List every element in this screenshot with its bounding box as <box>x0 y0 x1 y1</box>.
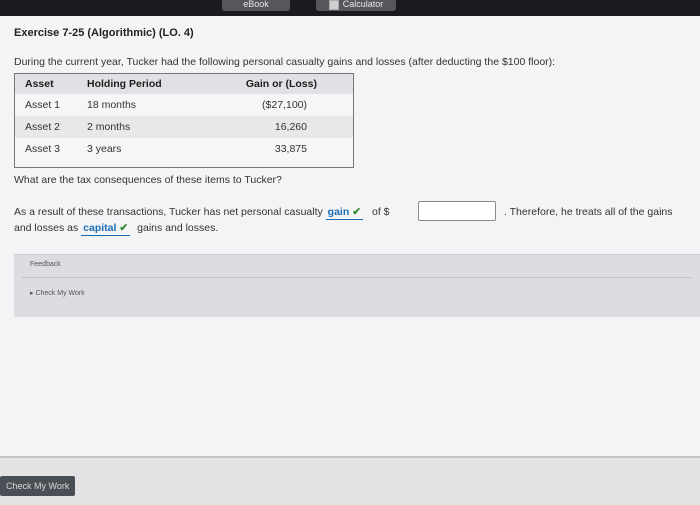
answer-line-2: and losses as capital ✔ gains and losses. <box>14 222 218 236</box>
header-asset: Asset <box>25 78 54 90</box>
holding-period-cell: 2 months <box>87 121 131 133</box>
calculator-label: Calculator <box>342 0 384 9</box>
exercise-panel: Exercise 7-25 (Algorithmic) (LO. 4) Duri… <box>0 16 700 456</box>
gain-loss-selected: gain <box>327 206 350 218</box>
of-dollar-label: of $ <box>372 206 390 218</box>
gain-loss-cell: 33,875 <box>274 143 307 155</box>
casualty-table: Asset Holding Period Gain or (Loss) Asse… <box>14 73 354 168</box>
holding-period-cell: 18 months <box>87 99 137 111</box>
table-header: Asset Holding Period Gain or (Loss) <box>15 74 353 94</box>
table-row: Asset 1 18 months ($27,100) <box>15 94 353 116</box>
correct-check-icon: ✔ <box>352 206 362 218</box>
treatment-selected: capital <box>83 222 117 234</box>
correct-check-icon: ✔ <box>119 222 129 234</box>
top-bar: eBook Calculator <box>0 0 700 16</box>
holding-period-cell: 3 years <box>87 143 122 155</box>
answer-line2-prefix: and losses as <box>14 222 79 234</box>
calculator-icon <box>328 0 339 10</box>
header-gain-loss: Gain or (Loss) <box>245 78 317 90</box>
ebook-tab[interactable]: eBook <box>222 0 290 11</box>
amount-input[interactable] <box>418 201 496 221</box>
question-text: What are the tax consequences of these i… <box>14 174 282 186</box>
treatment-dropdown[interactable]: capital ✔ <box>81 222 131 236</box>
asset-cell: Asset 2 <box>25 121 61 133</box>
bottom-bar: Check My Work <box>0 456 700 505</box>
table-row: Asset 3 3 years 33,875 <box>15 138 353 167</box>
gain-loss-cell: 16,260 <box>274 121 307 133</box>
gain-loss-cell: ($27,100) <box>262 99 307 111</box>
asset-cell: Asset 1 <box>25 99 61 111</box>
calculator-tab[interactable]: Calculator <box>316 0 396 11</box>
asset-cell: Asset 3 <box>25 143 61 155</box>
header-holding-period: Holding Period <box>87 78 162 90</box>
feedback-label: Feedback <box>30 261 61 268</box>
answer-line2-suffix: gains and losses. <box>137 222 219 234</box>
check-my-work-button[interactable]: Check My Work <box>0 476 76 496</box>
feedback-section: Feedback ▸ Check My Work <box>14 254 700 317</box>
check-my-work-link[interactable]: ▸ Check My Work <box>30 289 85 297</box>
answer-prefix: As a result of these transactions, Tucke… <box>14 206 323 218</box>
answer-suffix: . Therefore, he treats all of the gains <box>504 206 673 218</box>
answer-line-1: As a result of these transactions, Tucke… <box>14 206 390 220</box>
gain-loss-dropdown[interactable]: gain ✔ <box>325 206 364 220</box>
feedback-divider <box>22 277 692 278</box>
exercise-intro: During the current year, Tucker had the … <box>14 56 556 68</box>
table-row: Asset 2 2 months 16,260 <box>15 116 353 138</box>
exercise-title: Exercise 7-25 (Algorithmic) (LO. 4) <box>14 27 194 39</box>
